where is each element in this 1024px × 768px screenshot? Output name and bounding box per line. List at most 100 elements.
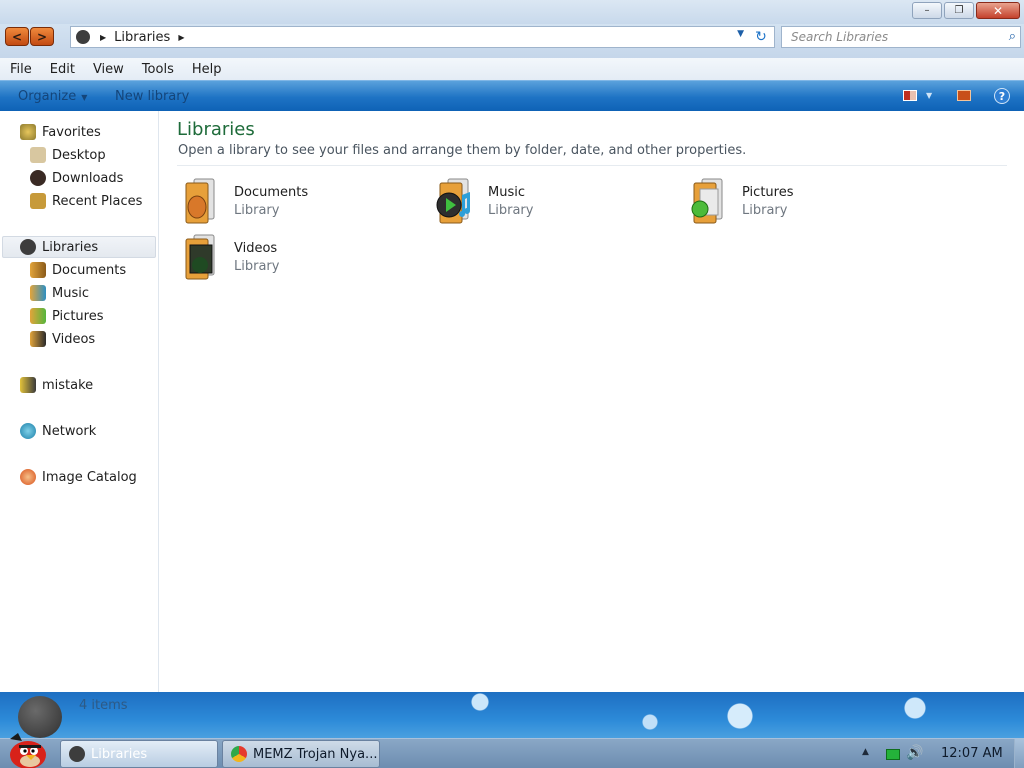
restore-button[interactable]: ❐ <box>944 2 974 19</box>
library-name: Pictures <box>742 185 794 200</box>
search-icon[interactable]: ⌕ <box>1009 29 1016 44</box>
sidebar-item-user[interactable]: mistake <box>20 374 93 396</box>
pictures-icon <box>30 308 46 324</box>
divider <box>177 165 1007 166</box>
page-description: Open a library to see your files and arr… <box>178 143 747 158</box>
sidebar-item-network[interactable]: Network <box>20 420 96 442</box>
sidebar-item-label: Downloads <box>52 170 124 186</box>
search-box[interactable]: Search Libraries ⌕ <box>781 26 1021 48</box>
library-item-videos[interactable]: Videos Library <box>180 233 400 283</box>
back-button[interactable]: < <box>5 27 29 46</box>
show-desktop-button[interactable] <box>1014 739 1024 768</box>
menu-file[interactable]: File <box>10 62 32 77</box>
chrome-icon <box>231 746 247 762</box>
music-icon <box>30 285 46 301</box>
start-button[interactable] <box>4 733 50 768</box>
menu-view[interactable]: View <box>93 62 124 77</box>
sidebar-item-label: mistake <box>42 377 94 393</box>
address-dropdown-icon[interactable]: ▼ <box>737 29 744 39</box>
help-icon[interactable]: ? <box>994 88 1010 104</box>
music-library-icon <box>434 177 474 225</box>
address-bar[interactable]: ▶ Libraries ▶ ▼ ↻ <box>70 26 775 48</box>
documents-icon <box>30 262 46 278</box>
downloads-icon <box>30 170 46 186</box>
library-type: Library <box>742 203 788 218</box>
library-type: Library <box>234 203 280 218</box>
breadcrumb-arrow-icon[interactable]: ▶ <box>178 33 184 42</box>
network-icon <box>20 423 36 439</box>
menu-help[interactable]: Help <box>192 62 222 77</box>
recent-places-icon <box>30 193 46 209</box>
library-item-music[interactable]: Music Library <box>434 177 654 227</box>
navigation-pane: Favorites Desktop Downloads Recent Place… <box>0 111 159 692</box>
menu-edit[interactable]: Edit <box>50 62 75 77</box>
sidebar-item-videos[interactable]: Videos <box>30 328 95 350</box>
show-hidden-icons-icon[interactable]: ▲ <box>862 747 869 757</box>
libraries-location-icon <box>76 30 90 44</box>
navigation-buttons: < > <box>5 27 54 46</box>
sidebar-item-label: Videos <box>52 331 96 347</box>
libraries-icon <box>69 746 85 762</box>
libraries-icon <box>20 239 36 255</box>
taskbar-button-libraries[interactable]: Libraries <box>60 740 218 768</box>
sidebar-item-downloads[interactable]: Downloads <box>30 167 123 189</box>
library-name: Music <box>488 185 525 200</box>
preview-pane-icon[interactable] <box>957 90 971 101</box>
taskbar: Libraries MEMZ Trojan Nya... ▲ 🔊 12:07 A… <box>0 733 1024 768</box>
sidebar-item-label: Image Catalog <box>42 469 137 485</box>
menu-tools[interactable]: Tools <box>142 62 174 77</box>
star-icon <box>20 124 36 140</box>
library-name: Videos <box>234 241 278 256</box>
sidebar-item-libraries[interactable]: Libraries <box>2 236 156 258</box>
details-pane: 4 items <box>0 692 1024 738</box>
organize-button[interactable]: Organize ▼ <box>18 89 87 104</box>
angry-bird-start-icon <box>10 733 46 768</box>
chevron-down-icon: ▼ <box>81 93 88 102</box>
close-button[interactable]: ✕ <box>976 2 1020 19</box>
library-type: Library <box>488 203 534 218</box>
sidebar-item-documents[interactable]: Documents <box>30 259 126 281</box>
sidebar-item-label: Music <box>52 285 89 301</box>
library-item-pictures[interactable]: Pictures Library <box>688 177 908 227</box>
breadcrumb-libraries[interactable]: Libraries <box>114 30 170 45</box>
clock[interactable]: 12:07 AM <box>941 746 1003 761</box>
videos-library-icon <box>180 233 220 281</box>
sidebar-item-pictures[interactable]: Pictures <box>30 305 103 327</box>
sidebar-item-label: Desktop <box>52 147 106 163</box>
minimize-button[interactable]: – <box>912 2 942 19</box>
taskbar-button-label: MEMZ Trojan Nya... <box>253 746 378 762</box>
sidebar-item-desktop[interactable]: Desktop <box>30 144 106 166</box>
sidebar-item-music[interactable]: Music <box>30 282 89 304</box>
pictures-library-icon <box>688 177 728 225</box>
library-name: Documents <box>234 185 309 200</box>
sidebar-item-label: Network <box>42 423 97 439</box>
search-placeholder: Search Libraries <box>791 30 889 44</box>
image-catalog-icon <box>20 469 36 485</box>
sidebar-item-recent-places[interactable]: Recent Places <box>30 190 142 212</box>
sidebar-item-image-catalog[interactable]: Image Catalog <box>20 466 137 488</box>
sidebar-item-label: Libraries <box>42 239 99 255</box>
view-options-chevron-icon[interactable]: ▼ <box>926 91 934 102</box>
taskbar-button-chrome[interactable]: MEMZ Trojan Nya... <box>222 740 380 768</box>
taskbar-button-label: Libraries <box>91 746 148 762</box>
library-type: Library <box>234 259 280 274</box>
forward-button[interactable]: > <box>30 27 54 46</box>
window-title-bar: – ❐ ✕ <box>0 0 1024 24</box>
library-item-documents[interactable]: Documents Library <box>180 177 400 227</box>
change-view-icon[interactable] <box>903 90 917 101</box>
sidebar-item-label: Pictures <box>52 308 104 324</box>
new-library-button[interactable]: New library <box>115 89 189 104</box>
network-status-icon[interactable] <box>886 749 900 760</box>
volume-icon[interactable]: 🔊 <box>906 745 923 761</box>
refresh-icon[interactable]: ↻ <box>752 28 770 46</box>
documents-library-icon <box>180 177 220 225</box>
organize-label: Organize <box>18 89 77 104</box>
user-folder-icon <box>20 377 36 393</box>
sidebar-item-label: Recent Places <box>52 193 143 209</box>
address-row: < > ▶ Libraries ▶ ▼ ↻ Search Libraries ⌕ <box>0 24 1024 58</box>
breadcrumb-arrow-icon[interactable]: ▶ <box>100 33 106 42</box>
desktop-icon <box>30 147 46 163</box>
menu-bar: File Edit View Tools Help <box>0 58 1024 80</box>
sidebar-item-favorites[interactable]: Favorites <box>20 121 101 143</box>
page-title: Libraries <box>177 119 255 140</box>
